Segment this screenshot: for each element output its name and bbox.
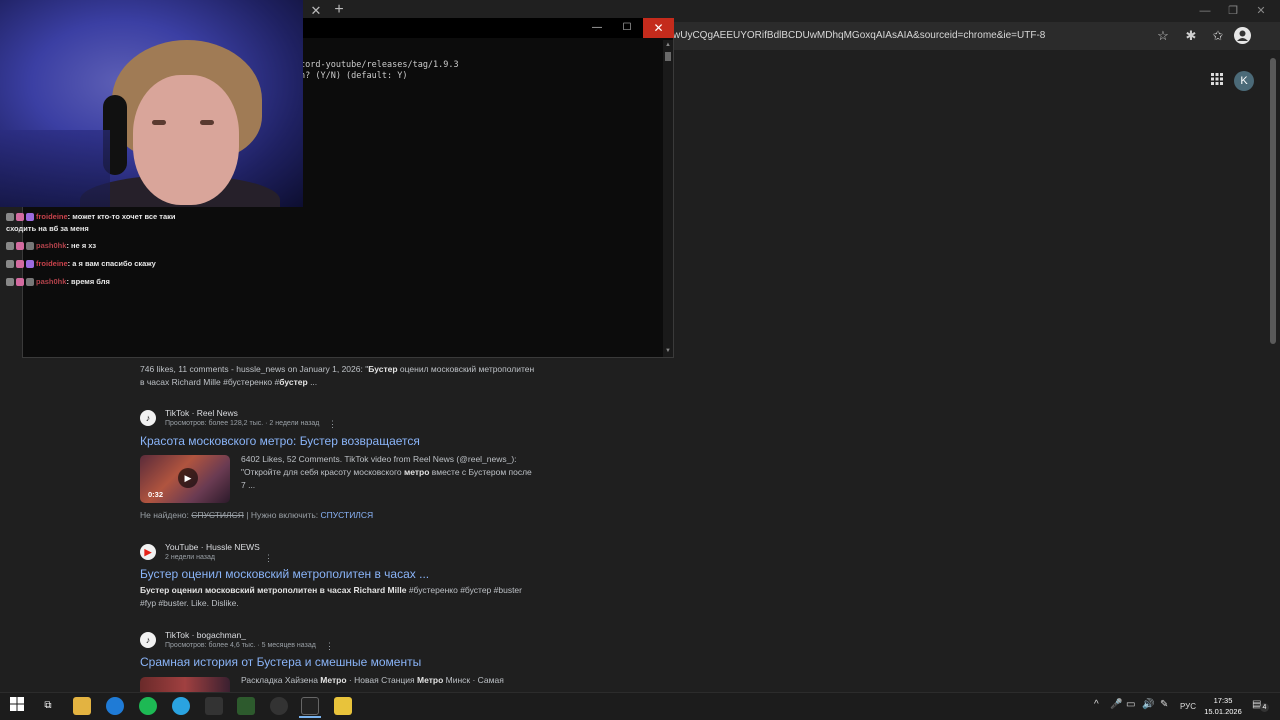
microphone-icon[interactable]: 🎤 bbox=[1110, 699, 1122, 710]
heart-badge-icon bbox=[16, 242, 24, 251]
result-title-link[interactable]: Бустер оценил московский метрополитен в … bbox=[140, 567, 429, 581]
extensions-icon[interactable]: ✱ bbox=[1183, 28, 1199, 44]
address-bar[interactable]: wUyCQgAEEUYORifBdlBCDUwMDhqMGoxqAIAsAIA&… bbox=[665, 26, 1180, 46]
sub-badge-icon bbox=[26, 242, 34, 251]
chat-message: pash0hk: время бля bbox=[6, 277, 110, 287]
volume-icon[interactable]: 🔊 bbox=[1142, 699, 1154, 710]
app-icon[interactable] bbox=[237, 697, 255, 715]
person-eye bbox=[152, 120, 166, 125]
profile-icon bbox=[1234, 27, 1251, 44]
terminal-output-line: n? (Y/N) (default: Y) bbox=[300, 71, 408, 81]
video-thumbnail[interactable] bbox=[140, 677, 230, 692]
terminal-scrollbar[interactable] bbox=[663, 40, 673, 357]
chat-badge-icon bbox=[6, 242, 14, 251]
clock[interactable]: 17:35 15.01.2026 bbox=[1203, 695, 1243, 717]
heart-badge-icon bbox=[16, 278, 24, 287]
new-tab-button[interactable]: + bbox=[331, 2, 347, 18]
account-avatar[interactable]: K bbox=[1234, 71, 1254, 91]
result-meta: 2 недели назад bbox=[165, 554, 215, 561]
chat-message: froideine: а я вам спасибо скажу bbox=[6, 259, 156, 269]
result-snippet: 746 likes, 11 comments - hussle_news on … bbox=[140, 364, 535, 387]
chat-username[interactable]: froideine bbox=[36, 259, 68, 268]
play-icon[interactable]: ▶ bbox=[178, 468, 198, 488]
active-app-indicator bbox=[299, 716, 321, 718]
background-furniture bbox=[0, 130, 110, 207]
result-title-link[interactable]: Срамная история от Бустера и смешные мом… bbox=[140, 655, 421, 669]
chat-badge-icon bbox=[6, 278, 14, 287]
chat-username[interactable]: pash0hk bbox=[36, 277, 66, 286]
scroll-down-icon[interactable]: ▼ bbox=[665, 348, 671, 354]
webcam-overlay bbox=[0, 0, 303, 207]
obs-icon[interactable] bbox=[270, 697, 288, 715]
notepad-icon[interactable] bbox=[205, 697, 223, 715]
heart-badge-icon bbox=[16, 213, 24, 222]
terminal-close-button[interactable]: ✕ bbox=[643, 18, 674, 38]
result-meta: Просмотров: более 128,2 тыс. · 2 недели … bbox=[165, 420, 320, 427]
edge-browser-icon[interactable] bbox=[106, 697, 124, 715]
chat-badge-icon bbox=[6, 213, 14, 222]
result-source: YouTube · Hussle NEWS bbox=[165, 542, 260, 552]
tiktok-icon: ♪ bbox=[140, 410, 156, 426]
start-windows-icon[interactable] bbox=[8, 697, 26, 715]
page-scrollbar-thumb[interactable] bbox=[1270, 58, 1276, 344]
terminal-taskbar-icon[interactable] bbox=[301, 697, 319, 715]
pen-icon[interactable]: ✎ bbox=[1160, 699, 1168, 710]
task-view-icon[interactable]: ⧉ bbox=[39, 697, 57, 715]
favorites-icon[interactable]: ✩ bbox=[1210, 28, 1226, 44]
result-meta: Просмотров: более 4,6 тыс. · 5 месяцев н… bbox=[165, 642, 316, 649]
file-explorer-icon[interactable] bbox=[73, 697, 91, 715]
person-eye bbox=[200, 120, 214, 125]
chat-message-cont: сходить на вб за меня bbox=[6, 224, 89, 233]
tray-expand-icon[interactable]: ^ bbox=[1094, 699, 1099, 710]
result-source: TikTok · bogachman_ bbox=[165, 630, 246, 640]
more-options-icon[interactable]: ⋮ bbox=[328, 419, 337, 430]
terminal-maximize-icon[interactable]: ☐ bbox=[620, 21, 634, 35]
tab-close-icon[interactable]: ✕ bbox=[309, 4, 323, 18]
missing-terms: Не найдено: СПУСТИЛСЯ | Нужно включить: … bbox=[140, 510, 374, 520]
result-title-link[interactable]: Красота московского метро: Бустер возвра… bbox=[140, 434, 420, 448]
result-snippet: Раскладка Хайзена Метро · Новая Станция … bbox=[241, 675, 504, 685]
window-close-icon[interactable]: ✕ bbox=[1254, 4, 1268, 18]
language-indicator[interactable]: РУС bbox=[1180, 702, 1196, 711]
heart-badge-icon bbox=[16, 260, 24, 269]
window-maximize-icon[interactable]: ❐ bbox=[1226, 4, 1240, 18]
app-icon[interactable] bbox=[334, 697, 352, 715]
more-options-icon[interactable]: ⋮ bbox=[264, 553, 273, 564]
result-snippet: Бустер оценил московский метрополитен в … bbox=[140, 585, 522, 608]
profile-avatar[interactable] bbox=[1234, 27, 1251, 44]
more-options-icon[interactable]: ⋮ bbox=[325, 641, 334, 652]
chat-badge-icon bbox=[6, 260, 14, 269]
youtube-icon: ▶ bbox=[140, 544, 156, 560]
video-duration: 0:32 bbox=[148, 490, 164, 499]
star-badge-icon bbox=[26, 213, 34, 222]
chat-username[interactable]: pash0hk bbox=[36, 241, 66, 250]
terminal-minimize-icon[interactable]: — bbox=[590, 21, 604, 35]
result-snippet: 6402 Likes, 52 Comments. TikTok video fr… bbox=[241, 454, 532, 490]
network-icon[interactable]: ▭ bbox=[1126, 699, 1135, 710]
taskbar bbox=[0, 692, 1280, 720]
spotify-icon[interactable] bbox=[139, 697, 157, 715]
apps-grid-icon[interactable] bbox=[1209, 72, 1225, 88]
bookmark-star-icon[interactable]: ☆ bbox=[1155, 28, 1171, 44]
telegram-icon[interactable] bbox=[172, 697, 190, 715]
result-source: TikTok · Reel News bbox=[165, 408, 238, 418]
terminal-output-line: cord-youtube/releases/tag/1.9.3 bbox=[300, 60, 459, 70]
chat-username[interactable]: froideine bbox=[36, 212, 68, 221]
include-term-link[interactable]: СПУСТИЛСЯ bbox=[321, 510, 374, 520]
scroll-up-icon[interactable]: ▲ bbox=[665, 42, 671, 48]
window-minimize-icon[interactable]: — bbox=[1198, 4, 1212, 18]
sub-badge-icon bbox=[26, 278, 34, 287]
notification-count: 4 bbox=[1260, 703, 1269, 712]
person-face bbox=[133, 75, 239, 205]
chat-message: froideine: может кто-то хочет все таки bbox=[6, 212, 176, 222]
chat-message: pash0hk: не я хз bbox=[6, 241, 96, 251]
tiktok-icon: ♪ bbox=[140, 632, 156, 648]
terminal-scrollbar-thumb[interactable] bbox=[665, 52, 671, 61]
star-badge-icon bbox=[26, 260, 34, 269]
